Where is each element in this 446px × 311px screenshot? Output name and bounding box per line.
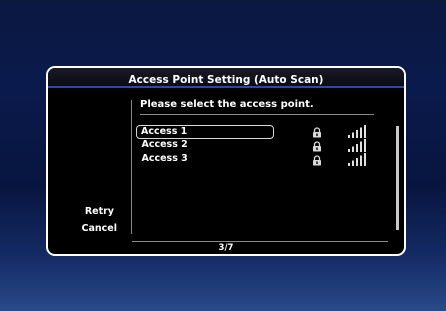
signal-strength-icon [348,153,366,166]
lock-icon [313,141,321,152]
access-point-item-2[interactable]: Access 2 [136,139,362,153]
lock-icon [313,155,321,166]
select-prompt: Please select the access point. [140,99,314,110]
dialog-title-bar: Access Point Setting (Auto Scan) [48,68,404,88]
signal-strength-icon [348,139,366,152]
access-point-dialog: Access Point Setting (Auto Scan) Please … [46,66,406,256]
page-indicator: 3/7 [218,243,234,253]
access-point-name: Access 3 [141,153,188,164]
prompt-divider [140,114,374,115]
dialog-title: Access Point Setting (Auto Scan) [128,74,324,86]
access-point-item-1[interactable]: Access 1 [136,125,274,139]
list-scrollbar[interactable] [396,126,399,230]
access-point-name: Access 2 [141,139,188,150]
cancel-button[interactable]: Cancel [70,223,117,234]
access-point-item-3[interactable]: Access 3 [136,153,362,167]
access-point-name: Access 1 [141,126,188,137]
lock-icon [313,127,321,138]
retry-button[interactable]: Retry [70,206,114,217]
signal-strength-icon [348,125,366,138]
vertical-divider [131,100,132,234]
